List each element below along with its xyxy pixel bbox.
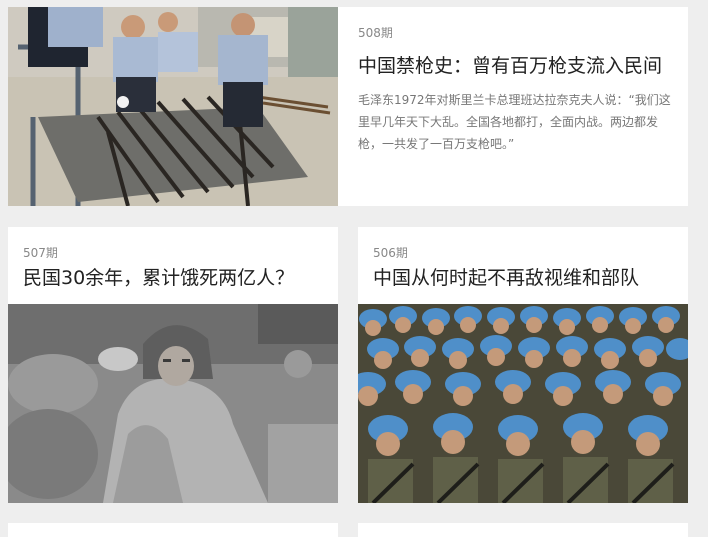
article-image-peacekeepers[interactable] bbox=[358, 304, 688, 503]
article-card-508[interactable]: 508期 中国禁枪史：曾有百万枪支流入民间 毛泽东1972年对斯里兰卡总理班达拉… bbox=[8, 7, 688, 206]
article-summary: 毛泽东1972年对斯里兰卡总理班达拉奈克夫人说：“我们这里早几年天下大乱。全国各… bbox=[358, 93, 671, 151]
issue-number: 506期 bbox=[373, 246, 408, 260]
article-card-507[interactable]: 507期 民国30余年，累计饿死两亿人？ bbox=[8, 227, 338, 503]
article-title[interactable]: 民国30余年，累计饿死两亿人？ bbox=[23, 265, 294, 291]
article-image-child[interactable] bbox=[8, 304, 338, 503]
article-text-508: 508期 中国禁枪史：曾有百万枪支流入民间 毛泽东1972年对斯里兰卡总理班达拉… bbox=[358, 25, 676, 155]
article-feed: 508期 中国禁枪史：曾有百万枪支流入民间 毛泽东1972年对斯里兰卡总理班达拉… bbox=[0, 0, 708, 537]
article-title[interactable]: 中国从何时起不再敌视维和部队 bbox=[373, 265, 639, 291]
article-image-guns[interactable] bbox=[8, 7, 338, 206]
article-title[interactable]: 中国禁枪史：曾有百万枪支流入民间 bbox=[358, 53, 676, 79]
issue-number: 507期 bbox=[23, 246, 58, 260]
issue-number: 508期 bbox=[358, 26, 393, 40]
article-card-506[interactable]: 506期 中国从何时起不再敌视维和部队 bbox=[358, 227, 688, 503]
article-card-next-right[interactable] bbox=[358, 523, 688, 537]
article-card-next-left[interactable] bbox=[8, 523, 338, 537]
